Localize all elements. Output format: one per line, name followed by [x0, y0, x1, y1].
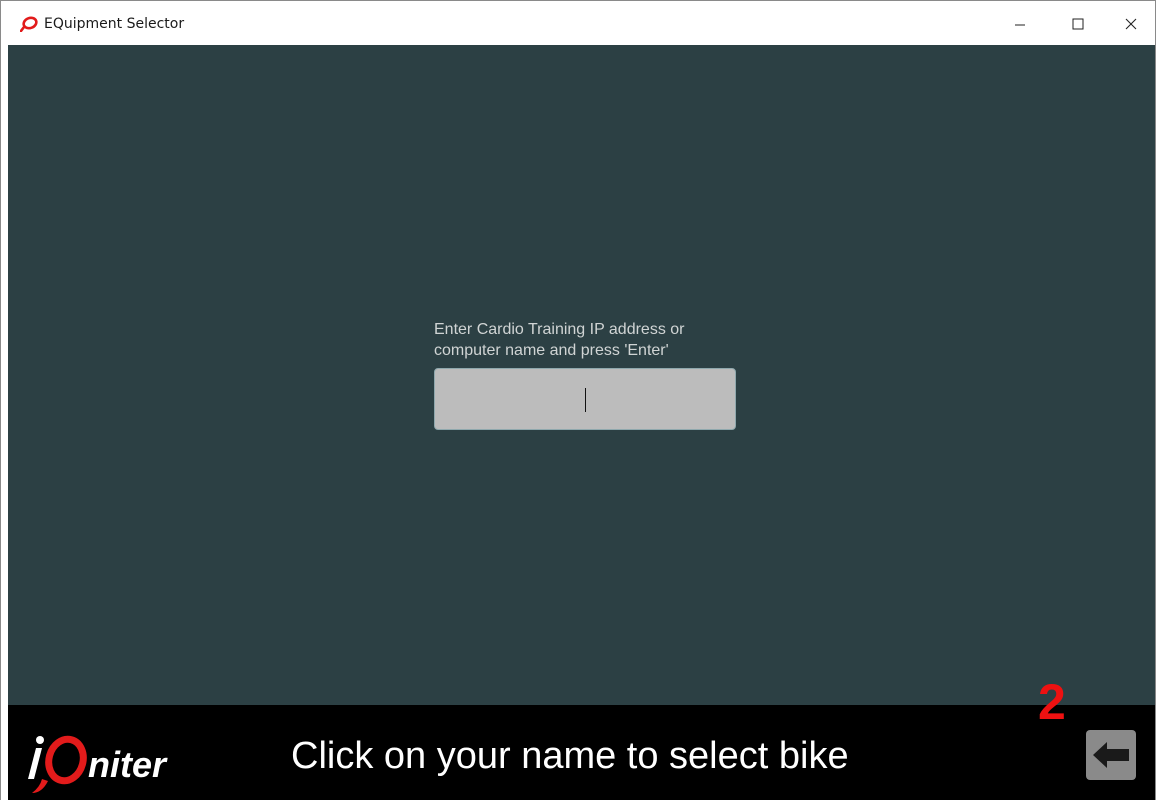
maximize-button[interactable] — [1049, 1, 1107, 46]
ip-address-input[interactable] — [434, 368, 736, 430]
window-title: EQuipment Selector — [44, 16, 185, 32]
main-panel: Enter Cardio Training IP address or comp… — [8, 45, 1155, 705]
app-window: EQuipment Selector Enter Cardio Training… — [0, 0, 1156, 800]
back-button[interactable] — [1086, 730, 1136, 780]
title-bar[interactable]: EQuipment Selector — [1, 0, 1155, 45]
minimize-icon — [1015, 24, 1025, 25]
annotation-number: 2 — [1038, 674, 1066, 730]
text-caret — [585, 388, 586, 412]
iq-ring-logo-icon — [20, 16, 38, 32]
footer-message: Click on your name to select bike — [291, 735, 849, 777]
minimize-button[interactable] — [991, 1, 1049, 46]
footer-bar: niter Click on your name to select bike … — [8, 677, 1155, 800]
close-button[interactable] — [1105, 1, 1156, 46]
logo-text: niter — [88, 744, 168, 785]
arrow-left-icon — [1093, 742, 1129, 768]
maximize-icon — [1072, 18, 1084, 29]
close-icon — [1125, 18, 1137, 29]
iqniter-logo: niter — [28, 735, 168, 793]
ip-prompt-label: Enter Cardio Training IP address or comp… — [434, 321, 685, 359]
